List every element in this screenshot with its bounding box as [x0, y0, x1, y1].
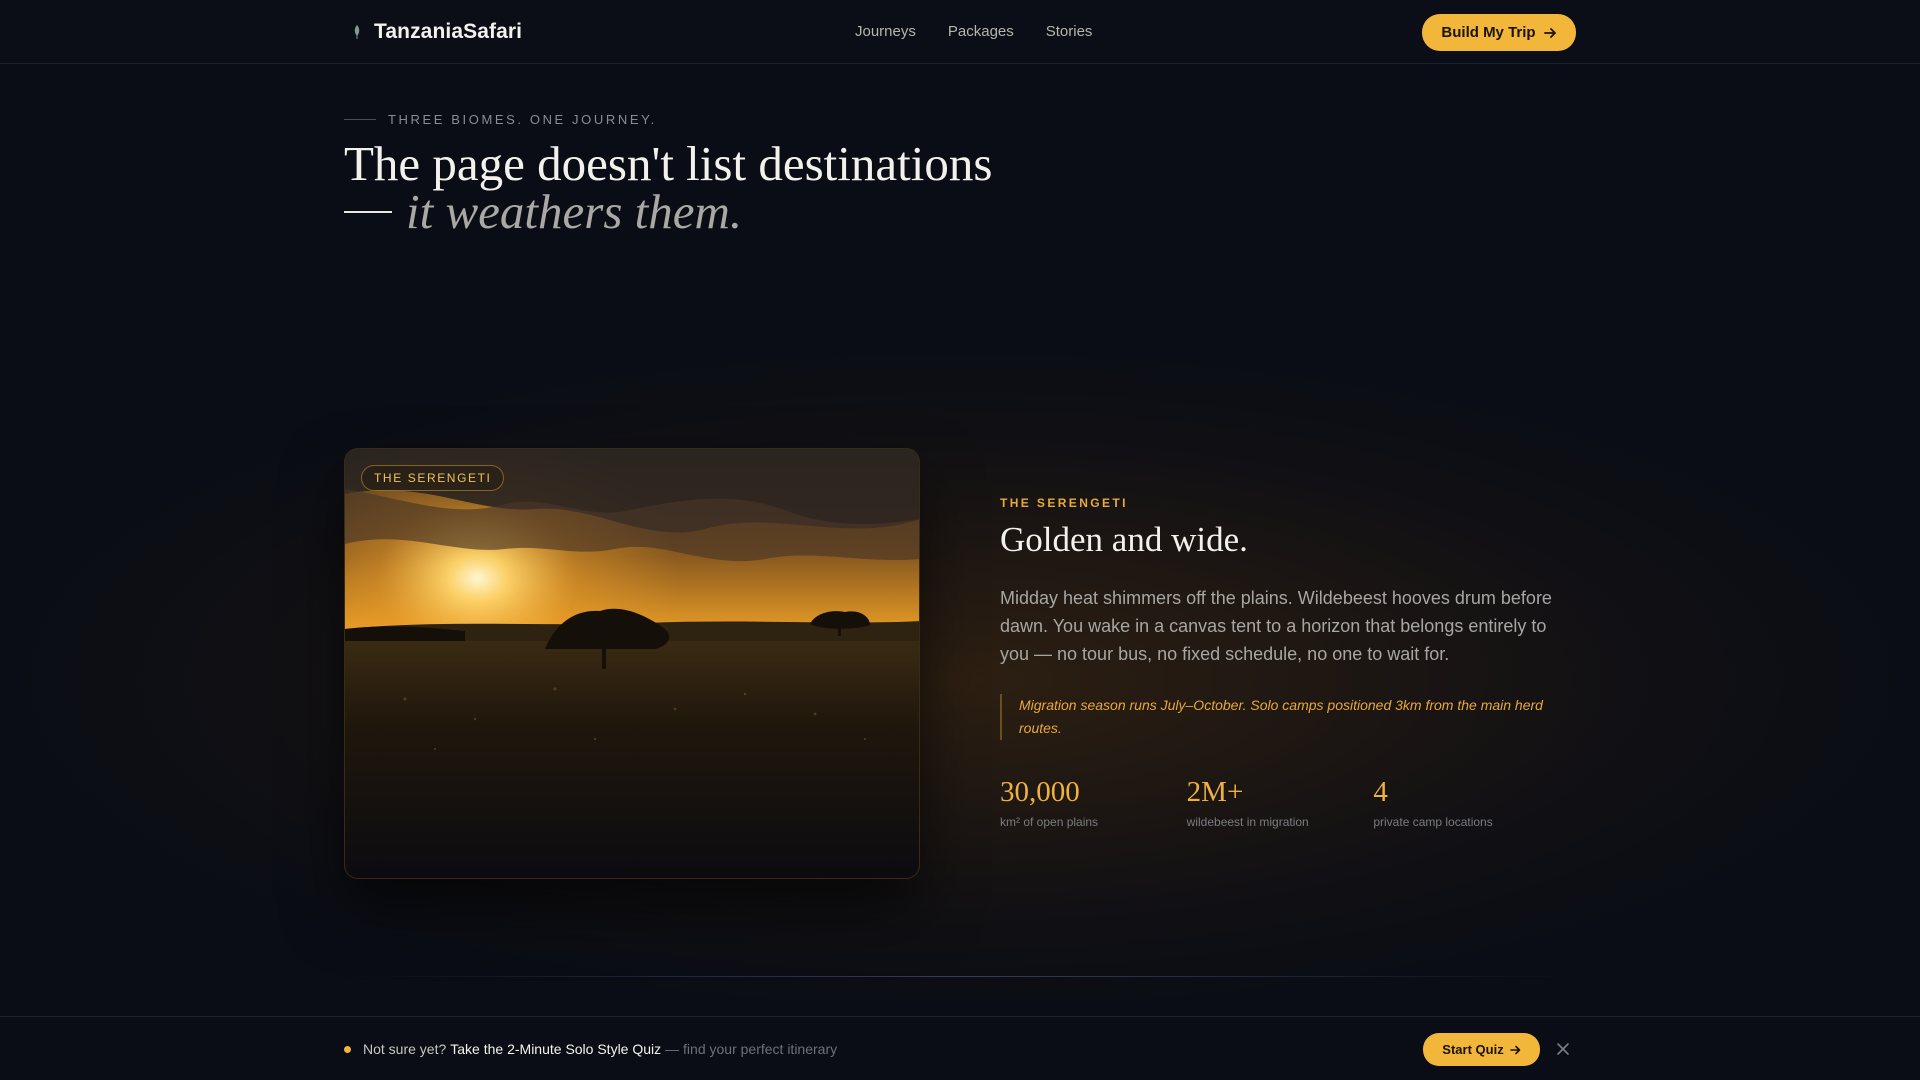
stat-item: 30,000 km² of open plains: [1000, 776, 1187, 829]
biome-panel: THE SERENGETI Golden and wide. Midday he…: [1000, 496, 1560, 829]
stat-label: private camp locations: [1373, 815, 1493, 829]
arrow-right-icon: [1509, 1045, 1521, 1054]
serengeti-image-card: THE SERENGETI: [344, 448, 920, 879]
quiz-text: Not sure yet? Take the 2-Minute Solo Sty…: [344, 1041, 837, 1057]
stat-value: 4: [1373, 776, 1388, 808]
eyebrow-rule: [344, 119, 376, 120]
quiz-link[interactable]: Take the 2-Minute Solo Style Quiz: [450, 1041, 661, 1057]
stat-item: 4 private camp locations: [1373, 776, 1560, 829]
ambient-glow: [0, 300, 1920, 1000]
build-my-trip-label: Build My Trip: [1441, 24, 1536, 41]
serengeti-sunset-image: [345, 449, 919, 878]
brand-name: TanzaniaSafari: [374, 20, 523, 43]
hero-title-italic: it weathers them.: [406, 184, 743, 239]
hero-title-line2: it weathers them.: [344, 184, 1244, 239]
biome-title: Golden and wide.: [1000, 520, 1248, 559]
section-divider: [344, 976, 1576, 977]
start-quiz-label: Start Quiz: [1442, 1042, 1504, 1057]
biome-description: Midday heat shimmers off the plains. Wil…: [1000, 588, 1552, 664]
main-nav: Journeys Packages Stories: [855, 23, 1092, 40]
nav-packages[interactable]: Packages: [948, 23, 1014, 40]
arrow-right-icon: [1543, 27, 1556, 38]
em-dash-rule: [344, 211, 392, 213]
brand-logo[interactable]: TanzaniaSafari: [352, 20, 522, 44]
nav-journeys[interactable]: Journeys: [855, 23, 916, 40]
stat-label: wildebeest in migration: [1186, 815, 1309, 829]
hero-eyebrow: THREE BIOMES. ONE JOURNEY.: [344, 112, 657, 127]
build-my-trip-button[interactable]: Build My Trip: [1422, 14, 1576, 51]
eyebrow-text: THREE BIOMES. ONE JOURNEY.: [388, 112, 657, 127]
stat-value: 2M+: [1186, 776, 1244, 808]
close-icon[interactable]: [1555, 1041, 1571, 1057]
migration-note: Migration season runs July–October. Solo…: [1000, 694, 1560, 740]
hero-title-line1: The page doesn't list destinations: [344, 136, 993, 191]
biome-kicker: THE SERENGETI: [1000, 496, 1128, 510]
stat-value: 30,000: [1000, 776, 1080, 808]
quiz-lead: Not sure yet?: [363, 1041, 447, 1057]
quiz-tail: — find your perfect itinerary: [665, 1041, 838, 1057]
stat-item: 2M+ wildebeest in migration: [1187, 776, 1374, 829]
quiz-banner: Not sure yet? Take the 2-Minute Solo Sty…: [0, 1016, 1920, 1080]
hero-title: The page doesn't list destinations it we…: [344, 136, 1244, 239]
status-dot: [344, 1045, 351, 1053]
nav-stories[interactable]: Stories: [1046, 23, 1093, 40]
acacia-leaf-icon: [354, 25, 360, 39]
biome-stats: 30,000 km² of open plains 2M+ wildebeest…: [1000, 776, 1560, 829]
image-badge: THE SERENGETI: [361, 465, 505, 491]
site-header: TanzaniaSafari Journeys Packages Stories…: [0, 0, 1920, 64]
start-quiz-button[interactable]: Start Quiz: [1423, 1033, 1540, 1066]
stat-label: km² of open plains: [1000, 815, 1099, 829]
